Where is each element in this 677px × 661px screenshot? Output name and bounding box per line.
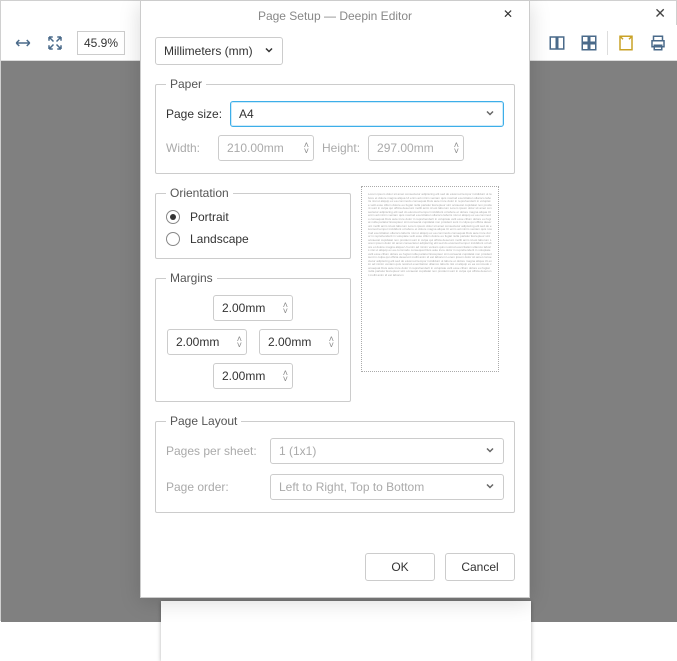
- margin-bottom-spin[interactable]: 2.00mm ˄˅: [213, 363, 293, 389]
- spinner-arrows-icon: ˄˅: [283, 302, 288, 314]
- columns-icon[interactable]: [543, 29, 571, 57]
- grid-icon[interactable]: [575, 29, 603, 57]
- page-preview: Lorem ipsum dolor sit amet consectetur a…: [361, 186, 499, 372]
- pages-per-sheet-select: 1 (1x1): [270, 438, 504, 464]
- page-size-label: Page size:: [166, 107, 222, 121]
- orientation-group: Orientation Portrait Landscape: [155, 186, 351, 259]
- bg-page-preview: [161, 601, 531, 661]
- bg-close-icon[interactable]: ✕: [654, 5, 666, 22]
- paper-group: Paper Page size: A4 Width: 210.00mm ˄˅ H…: [155, 77, 515, 174]
- radio-icon: [166, 232, 180, 246]
- landscape-radio[interactable]: Landscape: [166, 232, 340, 246]
- chevron-down-icon: [485, 480, 495, 494]
- fit-page-icon[interactable]: [41, 29, 69, 57]
- spinner-arrows-icon: ˄˅: [237, 336, 242, 348]
- ok-button[interactable]: OK: [365, 553, 435, 581]
- chevron-down-icon: [264, 44, 274, 58]
- page-order-label: Page order:: [166, 480, 262, 494]
- margin-top-spin[interactable]: 2.00mm ˄˅: [213, 295, 293, 321]
- radio-icon: [166, 210, 180, 224]
- zoom-value[interactable]: 45.9%: [77, 31, 125, 55]
- chevron-down-icon: [485, 444, 495, 458]
- spinner-arrows-icon: ˄˅: [454, 142, 459, 154]
- margin-left-spin[interactable]: 2.00mm ˄˅: [167, 329, 247, 355]
- units-select[interactable]: Millimeters (mm): [155, 37, 283, 65]
- cancel-button[interactable]: Cancel: [445, 553, 515, 581]
- height-label: Height:: [322, 141, 360, 155]
- pages-per-sheet-label: Pages per sheet:: [166, 444, 262, 458]
- width-spin: 210.00mm ˄˅: [218, 135, 314, 161]
- width-label: Width:: [166, 141, 210, 155]
- page-size-select[interactable]: A4: [230, 101, 504, 127]
- spinner-arrows-icon: ˄˅: [329, 336, 334, 348]
- margin-right-spin[interactable]: 2.00mm ˄˅: [259, 329, 339, 355]
- page-setup-icon[interactable]: [612, 29, 640, 57]
- spinner-arrows-icon: ˄˅: [283, 370, 288, 382]
- page-layout-group: Page Layout Pages per sheet: 1 (1x1) Pag…: [155, 414, 515, 513]
- chevron-down-icon: [485, 107, 495, 121]
- print-icon[interactable]: [644, 29, 672, 57]
- page-order-select: Left to Right, Top to Bottom: [270, 474, 504, 500]
- fit-width-icon[interactable]: [9, 29, 37, 57]
- portrait-radio[interactable]: Portrait: [166, 210, 340, 224]
- height-spin: 297.00mm ˄˅: [368, 135, 464, 161]
- margins-group: Margins 2.00mm ˄˅ 2.00mm ˄˅ 2: [155, 271, 351, 402]
- dialog-title: Page Setup — Deepin Editor ✕: [141, 1, 529, 31]
- close-icon[interactable]: ✕: [503, 7, 519, 23]
- page-setup-dialog: Page Setup — Deepin Editor ✕ Millimeters…: [140, 0, 530, 598]
- spinner-arrows-icon: ˄˅: [304, 142, 309, 154]
